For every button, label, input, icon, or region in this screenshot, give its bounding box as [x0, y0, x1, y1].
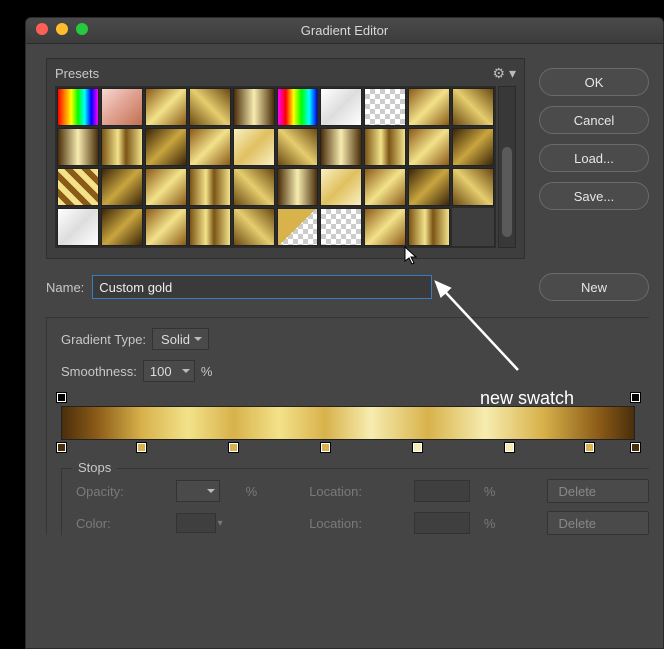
gradient-type-select[interactable]: Solid — [152, 328, 209, 350]
presets-grid[interactable] — [55, 86, 496, 248]
color-stop[interactable] — [228, 442, 239, 453]
preset-swatch[interactable] — [408, 208, 450, 246]
preset-swatch[interactable] — [57, 88, 99, 126]
preset-swatch[interactable] — [233, 208, 275, 246]
opacity-location-input — [414, 480, 470, 502]
preset-swatch[interactable] — [145, 208, 187, 246]
new-button[interactable]: New — [539, 273, 649, 301]
color-stop[interactable] — [320, 442, 331, 453]
opacity-input — [176, 480, 220, 502]
preset-swatch[interactable] — [277, 88, 319, 126]
cancel-button[interactable]: Cancel — [539, 106, 649, 134]
color-stop[interactable] — [504, 442, 515, 453]
preset-swatch[interactable] — [452, 168, 494, 206]
opacity-stop[interactable] — [56, 392, 67, 403]
color-stop[interactable] — [584, 442, 595, 453]
preset-swatch[interactable] — [145, 88, 187, 126]
preset-swatch[interactable] — [277, 168, 319, 206]
preset-swatch[interactable] — [320, 208, 362, 246]
preset-swatch[interactable] — [233, 88, 275, 126]
preset-swatch[interactable] — [189, 168, 231, 206]
preset-swatch[interactable] — [364, 208, 406, 246]
titlebar: Gradient Editor — [26, 18, 663, 44]
close-icon[interactable] — [36, 23, 48, 35]
preset-swatch[interactable] — [364, 168, 406, 206]
smoothness-unit: % — [201, 364, 213, 379]
load-button[interactable]: Load... — [539, 144, 649, 172]
gradient-type-label: Gradient Type: — [61, 332, 146, 347]
color-swatch — [176, 513, 216, 533]
preset-swatch[interactable] — [408, 128, 450, 166]
preset-swatch[interactable] — [452, 128, 494, 166]
zoom-icon[interactable] — [76, 23, 88, 35]
preset-swatch[interactable] — [364, 88, 406, 126]
smoothness-input[interactable]: 100 — [143, 360, 195, 382]
preset-swatch[interactable] — [189, 208, 231, 246]
preset-swatch[interactable] — [277, 208, 319, 246]
color-label: Color: — [76, 516, 166, 531]
gradient-bar[interactable] — [61, 406, 635, 440]
color-stop[interactable] — [412, 442, 423, 453]
gradient-editor-window: Gradient Editor Presets ⚙︎ ▾ OK Cancel L… — [25, 17, 664, 649]
preset-swatch[interactable] — [57, 208, 99, 246]
preset-swatch[interactable] — [320, 168, 362, 206]
preset-swatch[interactable] — [101, 208, 143, 246]
preset-swatch[interactable] — [452, 208, 494, 246]
preset-swatch[interactable] — [145, 128, 187, 166]
scrollbar-thumb[interactable] — [502, 147, 512, 237]
preset-swatch[interactable] — [320, 128, 362, 166]
presets-panel: Presets ⚙︎ ▾ — [46, 58, 525, 259]
preset-swatch[interactable] — [408, 88, 450, 126]
ok-button[interactable]: OK — [539, 68, 649, 96]
delete-color-stop-button: Delete — [547, 511, 649, 535]
preset-swatch[interactable] — [233, 128, 275, 166]
location-label: Location: — [309, 484, 404, 499]
preset-swatch[interactable] — [320, 88, 362, 126]
presets-label: Presets — [55, 66, 99, 81]
preset-swatch[interactable] — [233, 168, 275, 206]
stops-label: Stops — [72, 460, 117, 475]
opacity-stops-track[interactable] — [61, 392, 635, 406]
opacity-stop[interactable] — [630, 392, 641, 403]
minimize-icon[interactable] — [56, 23, 68, 35]
color-location-input — [414, 512, 470, 534]
preset-swatch[interactable] — [189, 88, 231, 126]
delete-opacity-stop-button: Delete — [547, 479, 649, 503]
preset-swatch[interactable] — [101, 128, 143, 166]
preset-swatch[interactable] — [57, 168, 99, 206]
preset-swatch[interactable] — [364, 128, 406, 166]
presets-scrollbar[interactable] — [498, 86, 516, 248]
preset-swatch[interactable] — [145, 168, 187, 206]
color-stop[interactable] — [630, 442, 641, 453]
color-stops-track[interactable] — [61, 440, 635, 456]
name-input[interactable] — [92, 275, 432, 299]
smoothness-label: Smoothness: — [61, 364, 137, 379]
gear-icon[interactable]: ⚙︎ ▾ — [493, 65, 516, 82]
color-stop[interactable] — [136, 442, 147, 453]
preset-swatch[interactable] — [101, 168, 143, 206]
preset-swatch[interactable] — [452, 88, 494, 126]
opacity-label: Opacity: — [76, 484, 166, 499]
preset-swatch[interactable] — [57, 128, 99, 166]
color-stop[interactable] — [56, 442, 67, 453]
window-title: Gradient Editor — [301, 23, 388, 38]
preset-swatch[interactable] — [277, 128, 319, 166]
preset-swatch[interactable] — [408, 168, 450, 206]
preset-swatch[interactable] — [101, 88, 143, 126]
preset-swatch[interactable] — [189, 128, 231, 166]
save-button[interactable]: Save... — [539, 182, 649, 210]
name-label: Name: — [46, 280, 84, 295]
